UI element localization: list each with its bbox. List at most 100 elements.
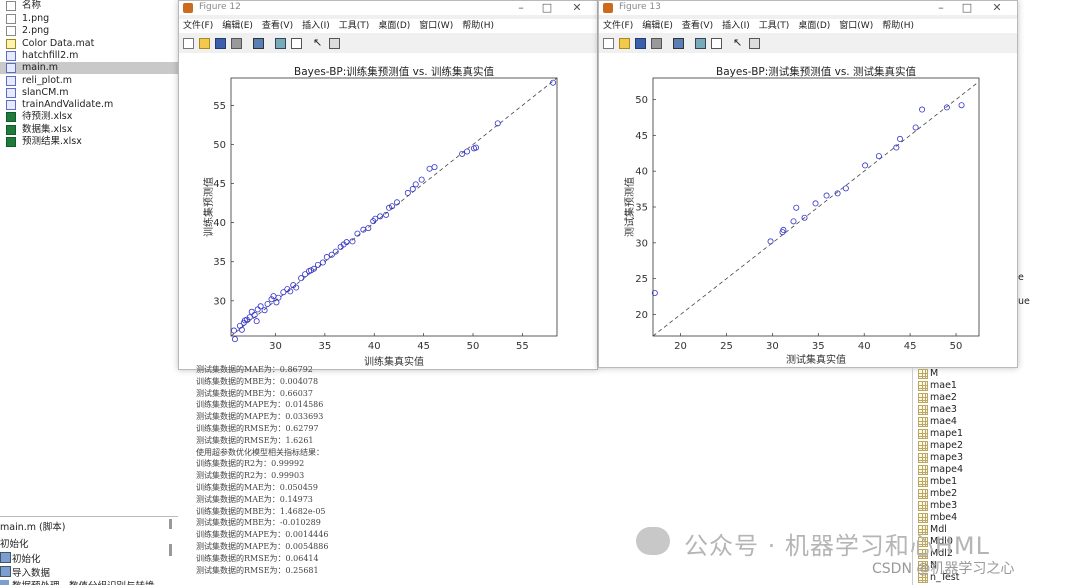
menu-insert[interactable]: 插入(I): [302, 21, 330, 31]
y-tick-label: 55: [213, 101, 226, 112]
details-scrollbar[interactable]: [169, 544, 172, 556]
maximize-button[interactable]: □: [533, 1, 561, 15]
open-file-icon[interactable]: [619, 38, 630, 49]
menu-tools[interactable]: 工具(T): [759, 21, 790, 31]
workspace-variable[interactable]: mape2: [916, 440, 1046, 452]
new-figure-icon[interactable]: [183, 38, 194, 49]
workspace-variable[interactable]: mbe2: [916, 488, 1046, 500]
file-item[interactable]: 1.png: [0, 13, 178, 25]
y-tick-label: 50: [213, 140, 226, 151]
png-file-icon: [6, 26, 16, 37]
file-list-header[interactable]: 名称: [0, 0, 178, 12]
workspace-variable[interactable]: mbe3: [916, 500, 1046, 512]
minimize-button[interactable]: –: [927, 1, 955, 15]
file-item[interactable]: Color Data.mat: [0, 38, 178, 50]
details-scrollbar[interactable]: [169, 519, 172, 529]
y-tick-label: 45: [213, 179, 226, 190]
save-icon[interactable]: [635, 38, 646, 49]
file-item[interactable]: hatchfill2.m: [0, 50, 178, 62]
close-button[interactable]: ✕: [983, 1, 1011, 15]
file-name: 1.png: [22, 13, 50, 24]
details-section-init[interactable]: 初始化: [0, 536, 29, 550]
minimize-button[interactable]: –: [507, 1, 535, 15]
m-file-icon: [6, 63, 16, 74]
menu-insert[interactable]: 插入(I): [722, 21, 750, 31]
x-tick-label: 50: [467, 341, 480, 352]
details-section-preprocess[interactable]: 数据预处理 - 数值分组识别与转换: [12, 578, 154, 585]
menu-window[interactable]: 窗口(W): [419, 21, 453, 31]
open-file-icon[interactable]: [199, 38, 210, 49]
menu-view[interactable]: 查看(V): [682, 21, 713, 31]
y-tick-label: 30: [635, 238, 648, 249]
maximize-button[interactable]: □: [953, 1, 981, 15]
file-item[interactable]: main.m: [0, 62, 178, 75]
property-inspector-icon[interactable]: [329, 38, 340, 49]
property-inspector-icon[interactable]: [749, 38, 760, 49]
console-line: 测试集数据的MAPE为：0.0054886: [196, 542, 329, 551]
workspace-variable[interactable]: mbe1: [916, 476, 1046, 488]
menu-help[interactable]: 帮助(H): [882, 21, 914, 31]
window-title: Figure 13: [619, 2, 661, 12]
y-tick-label: 45: [635, 131, 648, 142]
file-item[interactable]: 预测结果.xlsx: [0, 136, 178, 148]
menu-desktop[interactable]: 桌面(D): [798, 21, 830, 31]
legend-icon[interactable]: [711, 38, 722, 49]
menu-file[interactable]: 文件(F): [183, 21, 213, 31]
workspace-variable[interactable]: mape4: [916, 464, 1046, 476]
details-section-import[interactable]: 导入数据: [12, 565, 50, 579]
link-plot-icon[interactable]: [253, 38, 264, 49]
workspace-variable[interactable]: mae2: [916, 392, 1046, 404]
train-scatter-chart: 30 35 40 45 50 55 30 35 40 45 50 55 Bayes-BP:训练集预测值…: [202, 65, 558, 368]
print-icon[interactable]: [651, 38, 662, 49]
workspace-variable[interactable]: mae4: [916, 416, 1046, 428]
legend-icon[interactable]: [291, 38, 302, 49]
workspace-variable[interactable]: M: [916, 368, 1046, 380]
xlsx-file-icon: [6, 124, 16, 135]
menu-desktop[interactable]: 桌面(D): [378, 21, 410, 31]
file-item[interactable]: trainAndValidate.m: [0, 99, 178, 111]
new-figure-icon[interactable]: [603, 38, 614, 49]
close-button[interactable]: ✕: [563, 1, 591, 15]
colorbar-icon[interactable]: [275, 38, 286, 49]
figure-13-window[interactable]: Figure 13 – □ ✕ 文件(F) 编辑(E) 查看(V) 插入(I) 工具(T…: [598, 0, 1018, 368]
figure-12-titlebar[interactable]: Figure 12 – □ ✕: [179, 1, 597, 15]
file-name: 待预测.xlsx: [22, 111, 73, 123]
workspace-variable[interactable]: mape1: [916, 428, 1046, 440]
console-line: 训练集数据的MAPE为：0.0014446: [196, 530, 329, 540]
save-icon[interactable]: [215, 38, 226, 49]
menu-edit[interactable]: 编辑(E): [222, 21, 253, 31]
link-plot-icon[interactable]: [673, 38, 684, 49]
print-icon[interactable]: [231, 38, 242, 49]
edit-plot-arrow-icon[interactable]: ↖: [313, 37, 324, 49]
x-tick-label: 30: [766, 341, 779, 352]
x-tick-label: 55: [516, 341, 529, 352]
workspace-variable[interactable]: mbe4: [916, 512, 1046, 524]
colorbar-icon[interactable]: [695, 38, 706, 49]
menu-file[interactable]: 文件(F): [603, 21, 633, 31]
file-item[interactable]: 2.png: [0, 25, 178, 37]
details-section-import[interactable]: 初始化: [12, 551, 41, 565]
y-tick-label: 40: [213, 218, 226, 229]
workspace-variable[interactable]: mae1: [916, 380, 1046, 392]
figure-13-titlebar[interactable]: Figure 13 – □ ✕: [599, 1, 1017, 15]
variable-icon: [918, 477, 928, 487]
partial-workspace-text: ue: [1018, 296, 1030, 307]
column-header-name: 名称: [22, 0, 42, 11]
section-icon: [0, 552, 11, 563]
menu-edit[interactable]: 编辑(E): [642, 21, 673, 31]
variable-name: mbe1: [930, 476, 958, 487]
workspace-variable[interactable]: mape3: [916, 452, 1046, 464]
png-file-icon: [6, 14, 16, 24]
menu-tools[interactable]: 工具(T): [339, 21, 370, 31]
figure-12-window[interactable]: Figure 12 – □ ✕ 文件(F) 编辑(E) 查看(V) 插入(I) 工具(T…: [178, 0, 598, 370]
menu-window[interactable]: 窗口(W): [839, 21, 873, 31]
menu-view[interactable]: 查看(V): [262, 21, 293, 31]
file-item[interactable]: reli_plot.m: [0, 75, 178, 87]
workspace-variable[interactable]: mae3: [916, 404, 1046, 416]
file-item[interactable]: 待预测.xlsx: [0, 111, 178, 123]
menu-help[interactable]: 帮助(H): [462, 21, 494, 31]
variable-name: mbe3: [930, 500, 958, 511]
file-item[interactable]: 数据集.xlsx: [0, 124, 178, 136]
file-item[interactable]: slanCM.m: [0, 87, 178, 99]
edit-plot-arrow-icon[interactable]: ↖: [733, 37, 744, 49]
